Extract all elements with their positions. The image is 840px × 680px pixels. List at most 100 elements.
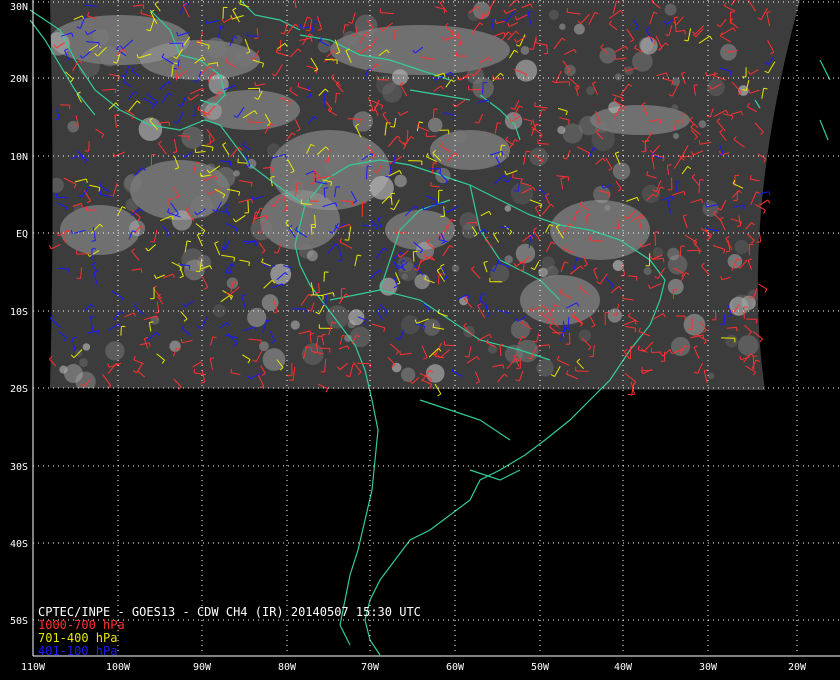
cloud-speck bbox=[578, 115, 599, 136]
cloud-speck bbox=[614, 73, 622, 81]
cloud-speck bbox=[504, 112, 523, 130]
cloud-speck bbox=[671, 104, 679, 112]
cloud-speck bbox=[376, 75, 396, 95]
wind-barb bbox=[323, 271, 325, 282]
cloud-speck bbox=[190, 195, 214, 218]
wind-barb bbox=[237, 162, 247, 164]
lat-label: 50S bbox=[10, 616, 28, 627]
cloud-speck bbox=[171, 210, 193, 231]
cloud-speck bbox=[559, 23, 566, 30]
wind-barb-feather bbox=[501, 144, 506, 147]
lat-label: EQ bbox=[16, 229, 28, 240]
cloud-speck bbox=[290, 320, 300, 330]
cloud-speck bbox=[423, 318, 441, 336]
wind-barb-feather bbox=[634, 328, 637, 333]
wind-barb bbox=[324, 58, 338, 61]
lat-label: 10S bbox=[10, 307, 28, 318]
lon-label: 100W bbox=[106, 662, 131, 673]
cloud-speck bbox=[599, 47, 616, 64]
wind-barb-feather bbox=[282, 209, 287, 212]
cloud-speck bbox=[707, 372, 715, 380]
legend-mid-level: 701-400 hPa bbox=[38, 631, 117, 645]
cloud-speck bbox=[262, 348, 286, 371]
wind-barb-feather bbox=[91, 240, 96, 242]
satellite-wind-map: 30N 20N 10N EQ 10S 20S 30S 40S 50S 110W 100W 90W 80W… bbox=[0, 0, 840, 680]
wind-barb bbox=[120, 326, 122, 336]
wind-barb-feather bbox=[667, 164, 672, 166]
cloud-speck bbox=[529, 147, 548, 167]
lat-label: 20N bbox=[10, 74, 28, 85]
cloud-speck bbox=[50, 177, 64, 193]
wind-barb-feather bbox=[420, 53, 423, 58]
wind-barb-feather bbox=[651, 154, 656, 156]
lat-label: 30S bbox=[10, 462, 28, 473]
wind-barb-feather bbox=[437, 393, 442, 397]
cloud-speck bbox=[536, 359, 554, 377]
lat-label: 40S bbox=[10, 539, 28, 550]
wind-barb-feather bbox=[768, 191, 771, 196]
cloud-speck bbox=[548, 9, 559, 20]
wind-barb bbox=[443, 206, 445, 217]
wind-barb bbox=[654, 232, 656, 246]
cloud-speck bbox=[607, 308, 622, 323]
wind-barb-feather bbox=[210, 357, 215, 359]
cloud-speck bbox=[266, 143, 281, 158]
wind-barb-feather bbox=[289, 379, 294, 381]
map-canvas: 30N 20N 10N EQ 10S 20S 30S 40S 50S 110W 100W 90W 80W… bbox=[10, 0, 840, 673]
cloud-speck bbox=[520, 46, 530, 55]
wind-barb-feather bbox=[344, 24, 350, 26]
wind-barb-feather bbox=[297, 182, 302, 185]
wind-barb-feather bbox=[638, 217, 643, 219]
lat-label: 30N bbox=[10, 2, 28, 13]
wind-barb-feather bbox=[351, 34, 356, 37]
wind-barb bbox=[679, 246, 682, 257]
wind-barb bbox=[432, 162, 434, 174]
legend-high-level: 401-100 hPa bbox=[38, 644, 117, 658]
wind-barb-feather bbox=[195, 270, 200, 273]
lat-label: 20S bbox=[10, 384, 28, 395]
cloud-speck bbox=[63, 364, 83, 383]
wind-barb-feather bbox=[251, 182, 253, 187]
wind-barb-feather bbox=[725, 250, 731, 253]
cloud-speck bbox=[401, 273, 408, 280]
wind-barb-feather bbox=[140, 268, 143, 273]
wind-barb bbox=[758, 283, 768, 290]
wind-barb-feather bbox=[430, 181, 432, 186]
wind-barb-feather bbox=[759, 338, 763, 343]
wind-barb-feather bbox=[233, 257, 235, 262]
wind-barb-feather bbox=[324, 160, 329, 163]
wind-barb-feather bbox=[305, 29, 310, 32]
cloud-speck bbox=[233, 170, 240, 177]
cloud-speck bbox=[510, 319, 531, 340]
wind-barb bbox=[178, 264, 190, 266]
cloud-speck bbox=[667, 254, 688, 275]
wind-barb bbox=[86, 209, 97, 211]
cloud-speck bbox=[707, 78, 725, 97]
wind-barb-feather bbox=[743, 205, 746, 210]
wind-barb-feather bbox=[154, 311, 159, 314]
wind-barb-feather bbox=[99, 190, 102, 195]
cloud-speck bbox=[737, 334, 759, 356]
cloud-speck bbox=[702, 200, 719, 217]
cloud-speck bbox=[504, 205, 512, 212]
cloud-speck bbox=[698, 120, 707, 128]
cloud-speck bbox=[306, 250, 318, 262]
wind-barb bbox=[698, 179, 701, 194]
wind-barb-feather bbox=[206, 143, 211, 145]
wind-barb-feather bbox=[491, 18, 496, 21]
wind-barb-feather bbox=[614, 227, 619, 230]
wind-barb-feather bbox=[612, 314, 617, 316]
wind-barb-feather bbox=[72, 336, 77, 339]
cloud-speck bbox=[593, 185, 611, 204]
cloud-speck bbox=[415, 241, 435, 261]
wind-barb bbox=[537, 143, 550, 145]
wind-barb-feather bbox=[514, 190, 519, 192]
wind-barb-feather bbox=[216, 62, 219, 67]
cloud-speck bbox=[425, 364, 445, 383]
wind-barb bbox=[444, 344, 455, 347]
wind-barb-feather bbox=[335, 186, 341, 188]
cloud-speck bbox=[490, 264, 510, 284]
cloud-speck bbox=[400, 367, 416, 382]
cloud-speck bbox=[604, 204, 611, 211]
lon-label: 60W bbox=[446, 662, 465, 673]
